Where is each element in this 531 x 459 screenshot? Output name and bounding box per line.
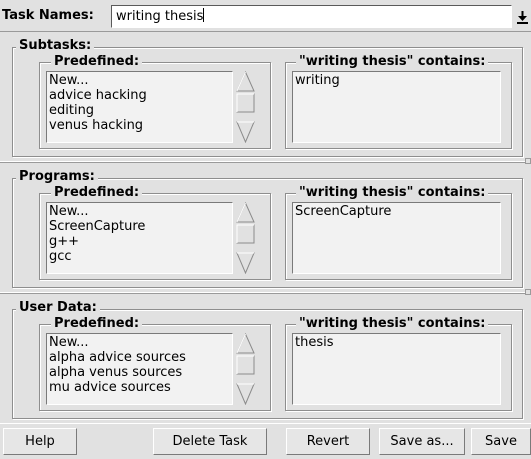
list-item[interactable]: advice hacking — [49, 88, 230, 103]
contains-label: "writing thesis" contains: — [296, 317, 489, 331]
list-item[interactable]: New... — [49, 73, 230, 88]
download-arrow-icon — [517, 11, 528, 24]
list-item[interactable]: New... — [49, 204, 230, 219]
predefined-scrollbar[interactable] — [234, 201, 257, 275]
list-item[interactable]: editing — [49, 103, 230, 118]
pane-sash-handle[interactable] — [525, 158, 531, 164]
list-item[interactable]: alpha advice sources — [49, 350, 230, 365]
revert-button[interactable]: Revert — [286, 428, 370, 455]
list-item[interactable]: ScreenCapture — [295, 204, 498, 219]
list-item[interactable]: New... — [49, 335, 230, 350]
scrollbar-graphic — [236, 201, 255, 275]
predefined-label: Predefined: — [51, 317, 143, 331]
list-item[interactable]: thesis — [295, 335, 498, 350]
contains-label: "writing thesis" contains: — [296, 55, 489, 69]
contains-list[interactable]: ScreenCapture — [292, 202, 501, 274]
text-cursor — [203, 8, 205, 22]
predefined-scrollbar[interactable] — [234, 70, 257, 144]
list-item[interactable]: writing — [295, 73, 498, 88]
section-title: Subtasks: — [16, 39, 95, 53]
scrollbar-graphic — [236, 332, 255, 406]
save-button[interactable]: Save — [471, 428, 531, 455]
predefined-label: Predefined: — [51, 55, 143, 69]
list-item[interactable]: g++ — [49, 234, 230, 249]
help-button[interactable]: Help — [3, 428, 77, 455]
contains-list[interactable]: thesis — [292, 333, 501, 405]
list-item[interactable]: alpha venus sources — [49, 365, 230, 380]
list-item[interactable]: ScreenCapture — [49, 219, 230, 234]
task-names-label: Task Names: — [2, 8, 94, 23]
predefined-list[interactable]: New... ScreenCapture g++ gcc — [46, 202, 233, 274]
list-item[interactable]: gcc — [49, 249, 230, 264]
predefined-list[interactable]: New... alpha advice sources alpha venus so… — [46, 333, 233, 405]
list-item[interactable]: mu advice sources — [49, 380, 230, 395]
save-as-button[interactable]: Save as... — [379, 428, 465, 455]
list-item[interactable]: venus hacking — [49, 118, 230, 133]
scrollbar-graphic — [236, 70, 255, 144]
task-dropdown-button[interactable] — [514, 5, 531, 28]
predefined-scrollbar[interactable] — [234, 332, 257, 406]
pane-sash-handle[interactable] — [525, 289, 531, 295]
section-title: Programs: — [16, 170, 98, 184]
delete-task-button[interactable]: Delete Task — [153, 428, 267, 455]
task-name-input[interactable]: writing thesis — [111, 5, 512, 28]
task-name-value: writing thesis — [116, 9, 204, 24]
predefined-label: Predefined: — [51, 186, 143, 200]
contains-list[interactable]: writing — [292, 71, 501, 143]
contains-label: "writing thesis" contains: — [296, 186, 489, 200]
predefined-list[interactable]: New... advice hacking editing venus hacking — [46, 71, 233, 143]
section-title: User Data: — [16, 301, 100, 315]
